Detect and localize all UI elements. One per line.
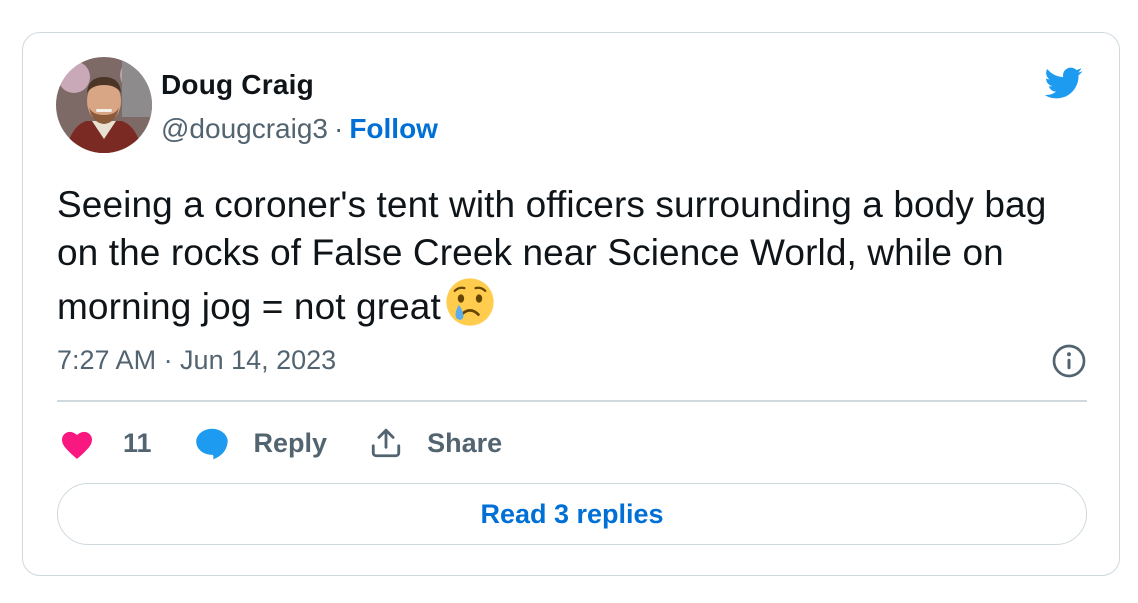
profile-photo-icon: [56, 57, 152, 153]
share-label: Share: [427, 427, 503, 458]
share-button[interactable]: Share: [369, 426, 502, 460]
tweet-body: Seeing a coroner's tent with officers su…: [57, 184, 1047, 327]
share-upload-icon: [371, 428, 401, 458]
reply-label: Reply: [253, 427, 328, 458]
reply-bubble-icon: [195, 428, 228, 460]
reply-button[interactable]: Reply: [194, 426, 328, 460]
avatar[interactable]: [56, 57, 152, 153]
read-replies-button[interactable]: Read 3 replies: [57, 483, 1087, 545]
author-handle-row: @dougcraig3 · Follow: [161, 113, 438, 145]
tweet-text: Seeing a coroner's tent with officers su…: [57, 181, 1087, 331]
info-icon[interactable]: [1051, 343, 1087, 379]
author-name[interactable]: Doug Craig: [161, 69, 314, 101]
like-count: 11: [123, 427, 152, 458]
twitter-bird-icon[interactable]: [1039, 63, 1087, 103]
divider: [57, 400, 1087, 402]
tweet-card: Doug Craig @dougcraig3 · Follow Seeing a c…: [22, 32, 1120, 576]
heart-icon: [62, 431, 92, 459]
separator-dot: ·: [333, 113, 344, 144]
author-handle[interactable]: @dougcraig3: [161, 113, 328, 144]
tweet-timestamp[interactable]: 7:27 AM · Jun 14, 2023: [57, 345, 336, 376]
crying-face-emoji-icon: [446, 278, 494, 326]
follow-button[interactable]: Follow: [349, 113, 438, 144]
action-bar: 11 Reply Share: [59, 423, 544, 463]
like-button[interactable]: 11: [59, 426, 152, 460]
